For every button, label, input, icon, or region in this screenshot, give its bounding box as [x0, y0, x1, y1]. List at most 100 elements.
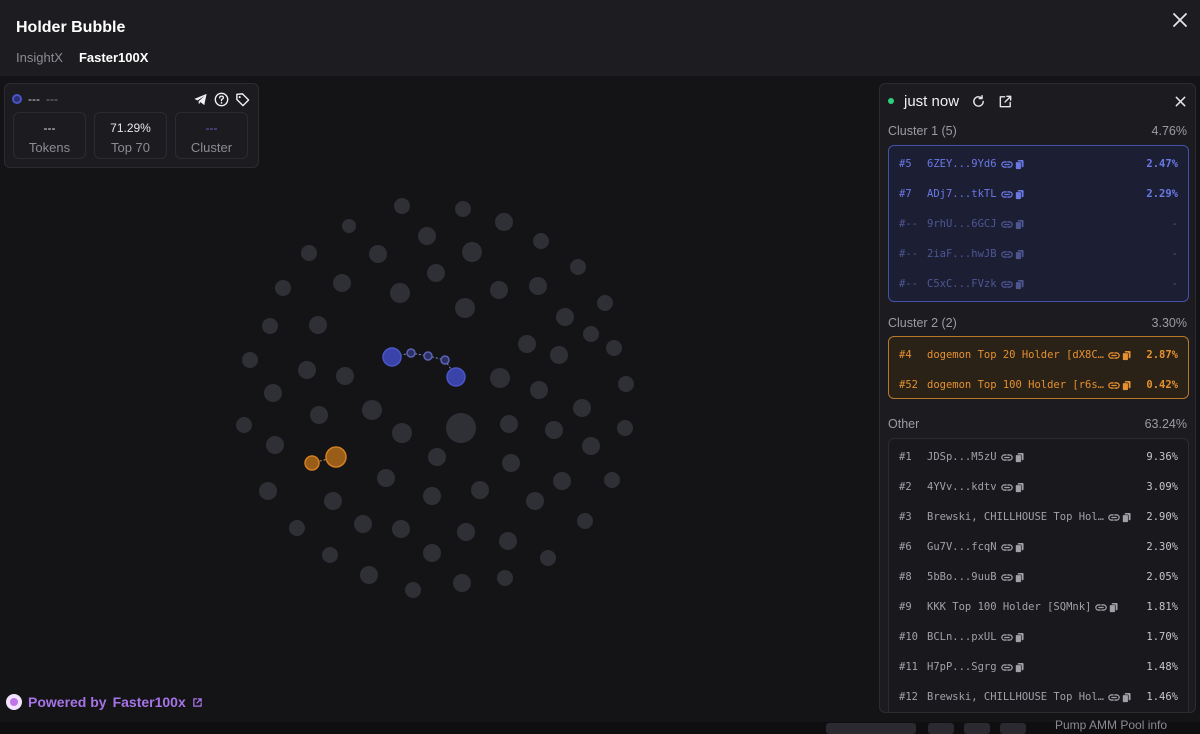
holder-bubble[interactable] [427, 264, 445, 282]
link-icon[interactable] [1000, 573, 1013, 582]
holder-bubble[interactable] [289, 520, 305, 536]
powered-by-link[interactable]: Powered by Faster100x [6, 694, 203, 710]
holder-bubble[interactable] [573, 399, 591, 417]
holder-bubble[interactable] [390, 283, 410, 303]
holder-bubble[interactable] [264, 384, 282, 402]
holder-row[interactable]: #2 4YVv...kdtv 3.09% [899, 479, 1178, 495]
link-icon[interactable] [1000, 160, 1013, 169]
taskbar-button[interactable] [826, 723, 916, 734]
copy-icon[interactable] [1014, 452, 1024, 463]
top-holder-bubble[interactable] [446, 413, 476, 443]
holder-bubble[interactable] [457, 523, 475, 541]
holder-row[interactable]: #-- 9rhU...6GCJ - [899, 216, 1178, 232]
holder-row[interactable]: #52 dogemon Top 100 Holder [r6s… 0.42% [899, 377, 1178, 393]
holder-row[interactable]: #6 Gu7V...fcqN 2.30% [899, 539, 1178, 555]
holder-bubble[interactable] [462, 242, 482, 262]
holder-bubble[interactable] [392, 423, 412, 443]
holder-bubble[interactable] [369, 245, 387, 263]
holder-bubble[interactable] [392, 520, 410, 538]
cluster1-bubble[interactable] [423, 351, 433, 361]
link-icon[interactable] [1000, 663, 1013, 672]
holder-bubble[interactable] [499, 532, 517, 550]
external-link-icon[interactable] [998, 94, 1013, 109]
holder-bubble[interactable] [455, 298, 475, 318]
cluster1-bubble[interactable] [382, 347, 402, 367]
holder-bubble[interactable] [360, 566, 378, 584]
cluster2-bubble[interactable] [304, 455, 320, 471]
link-icon[interactable] [1000, 250, 1013, 259]
holder-row[interactable]: #3 Brewski, CHILLHOUSE Top Hol… 2.90% [899, 509, 1178, 525]
holder-bubble[interactable] [266, 436, 284, 454]
holder-row[interactable]: #12 Brewski, CHILLHOUSE Top Hol… 1.46% [899, 689, 1178, 705]
copy-icon[interactable] [1014, 279, 1024, 290]
holder-row[interactable]: #5 6ZEY...9Yd6 2.47% [899, 156, 1178, 172]
holder-bubble[interactable] [604, 472, 620, 488]
telegram-icon[interactable] [193, 92, 208, 107]
holder-bubble[interactable] [405, 582, 421, 598]
holder-bubble[interactable] [342, 219, 356, 233]
link-icon[interactable] [1000, 483, 1013, 492]
holder-bubble[interactable] [262, 318, 278, 334]
holder-bubble[interactable] [324, 492, 342, 510]
holder-bubble[interactable] [490, 368, 510, 388]
holder-bubble[interactable] [606, 340, 622, 356]
holder-bubble[interactable] [259, 482, 277, 500]
holder-bubble[interactable] [333, 274, 351, 292]
holder-bubble[interactable] [377, 469, 395, 487]
taskbar-button[interactable] [928, 723, 954, 734]
holder-bubble[interactable] [530, 381, 548, 399]
holder-bubble[interactable] [577, 513, 593, 529]
holder-bubble[interactable] [455, 201, 471, 217]
holder-bubble[interactable] [583, 326, 599, 342]
holder-bubble[interactable] [570, 259, 586, 275]
holder-bubble[interactable] [529, 277, 547, 295]
holder-bubble[interactable] [495, 213, 513, 231]
holder-bubble[interactable] [617, 420, 633, 436]
holder-bubble[interactable] [310, 406, 328, 424]
copy-icon[interactable] [1014, 632, 1024, 643]
holder-bubble[interactable] [423, 544, 441, 562]
holder-bubble[interactable] [428, 448, 446, 466]
holder-bubble[interactable] [553, 472, 571, 490]
holder-bubble[interactable] [550, 346, 568, 364]
taskbar-button[interactable] [964, 723, 990, 734]
holder-row[interactable]: #-- 2iaF...hwJB - [899, 246, 1178, 262]
holder-bubble[interactable] [423, 487, 441, 505]
holder-row[interactable]: #7 ADj7...tkTL 2.29% [899, 186, 1178, 202]
copy-icon[interactable] [1122, 350, 1131, 361]
taskbar-button[interactable] [1000, 723, 1026, 734]
holder-bubble[interactable] [582, 437, 600, 455]
holder-bubble[interactable] [275, 280, 291, 296]
close-icon[interactable] [1170, 10, 1190, 30]
holder-bubble[interactable] [309, 316, 327, 334]
holder-bubble[interactable] [471, 481, 489, 499]
link-icon[interactable] [1108, 381, 1120, 390]
link-icon[interactable] [1108, 693, 1120, 702]
copy-icon[interactable] [1014, 159, 1024, 170]
holder-bubble[interactable] [556, 308, 574, 326]
help-icon[interactable] [214, 92, 229, 107]
copy-icon[interactable] [1014, 249, 1024, 260]
holder-bubble[interactable] [236, 417, 252, 433]
link-icon[interactable] [1000, 220, 1013, 229]
holder-bubble[interactable] [453, 574, 471, 592]
holder-bubble[interactable] [490, 281, 508, 299]
link-icon[interactable] [1000, 543, 1013, 552]
copy-icon[interactable] [1014, 572, 1024, 583]
holder-bubble[interactable] [500, 415, 518, 433]
copy-icon[interactable] [1014, 219, 1024, 230]
link-icon[interactable] [1000, 453, 1013, 462]
holder-row[interactable]: #4 dogemon Top 20 Holder [dX8C… 2.87% [899, 347, 1178, 363]
holder-bubble[interactable] [242, 352, 258, 368]
link-icon[interactable] [1108, 351, 1120, 360]
holder-row[interactable]: #10 BCLn...pxUL 1.70% [899, 629, 1178, 645]
copy-icon[interactable] [1014, 482, 1024, 493]
holder-bubble[interactable] [540, 550, 556, 566]
holder-bubble[interactable] [336, 367, 354, 385]
holder-bubble[interactable] [545, 421, 563, 439]
copy-icon[interactable] [1014, 542, 1024, 553]
link-icon[interactable] [1095, 603, 1108, 612]
holder-row[interactable]: #9 KKK Top 100 Holder [SQMnk] 1.81% [899, 599, 1178, 615]
holder-bubble[interactable] [354, 515, 372, 533]
copy-icon[interactable] [1122, 380, 1131, 391]
